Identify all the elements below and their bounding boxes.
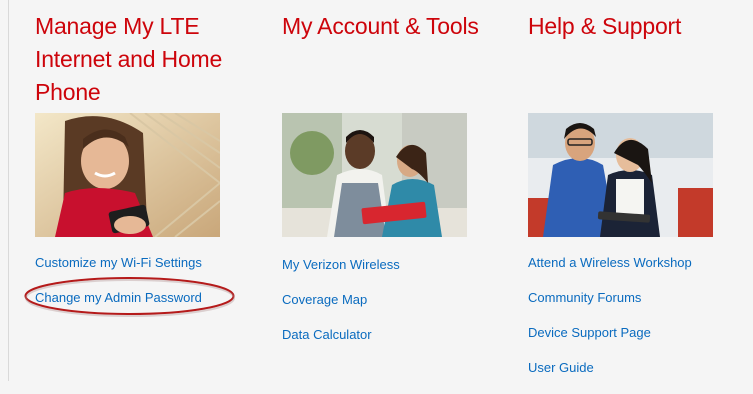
heading-line: Phone [35,79,101,105]
heading-manage-lte: Manage My LTE Internet and Home Phone [35,10,250,109]
link-customize-wifi[interactable]: Customize my Wi-Fi Settings [35,254,202,289]
column-help-support: Help & Support Attend a Wireless Worksho… [528,10,753,375]
heading-line: Internet and Home [35,46,223,72]
link-data-calculator[interactable]: Data Calculator [282,326,400,361]
column-account-tools: My Account & Tools My Verizon Wireless C… [282,10,507,342]
links-account-tools: My Verizon Wireless Coverage Map Data Ca… [282,256,400,361]
link-community-forums[interactable]: Community Forums [528,289,692,324]
link-coverage-map[interactable]: Coverage Map [282,291,400,326]
link-my-verizon-wireless[interactable]: My Verizon Wireless [282,256,400,291]
links-manage-lte: Customize my Wi-Fi Settings Change my Ad… [35,254,202,324]
heading-line: Help & Support [528,13,682,39]
link-attend-wireless-workshop[interactable]: Attend a Wireless Workshop [528,254,692,289]
column-manage-lte: Manage My LTE Internet and Home Phone Cu… [35,10,250,305]
heading-line: My Account & Tools [282,13,479,39]
heading-line: Manage My LTE [35,13,200,39]
woman-in-hammock-with-phone-photo [35,113,220,237]
man-and-woman-with-tablet-photo [282,113,467,237]
link-user-guide[interactable]: User Guide [528,359,692,394]
couple-using-tablet-photo [528,113,713,237]
links-help-support: Attend a Wireless Workshop Community For… [528,254,692,394]
link-device-support-page[interactable]: Device Support Page [528,324,692,359]
link-change-admin-password[interactable]: Change my Admin Password [35,289,202,324]
heading-account-tools: My Account & Tools [282,10,507,43]
heading-help-support: Help & Support [528,10,753,43]
